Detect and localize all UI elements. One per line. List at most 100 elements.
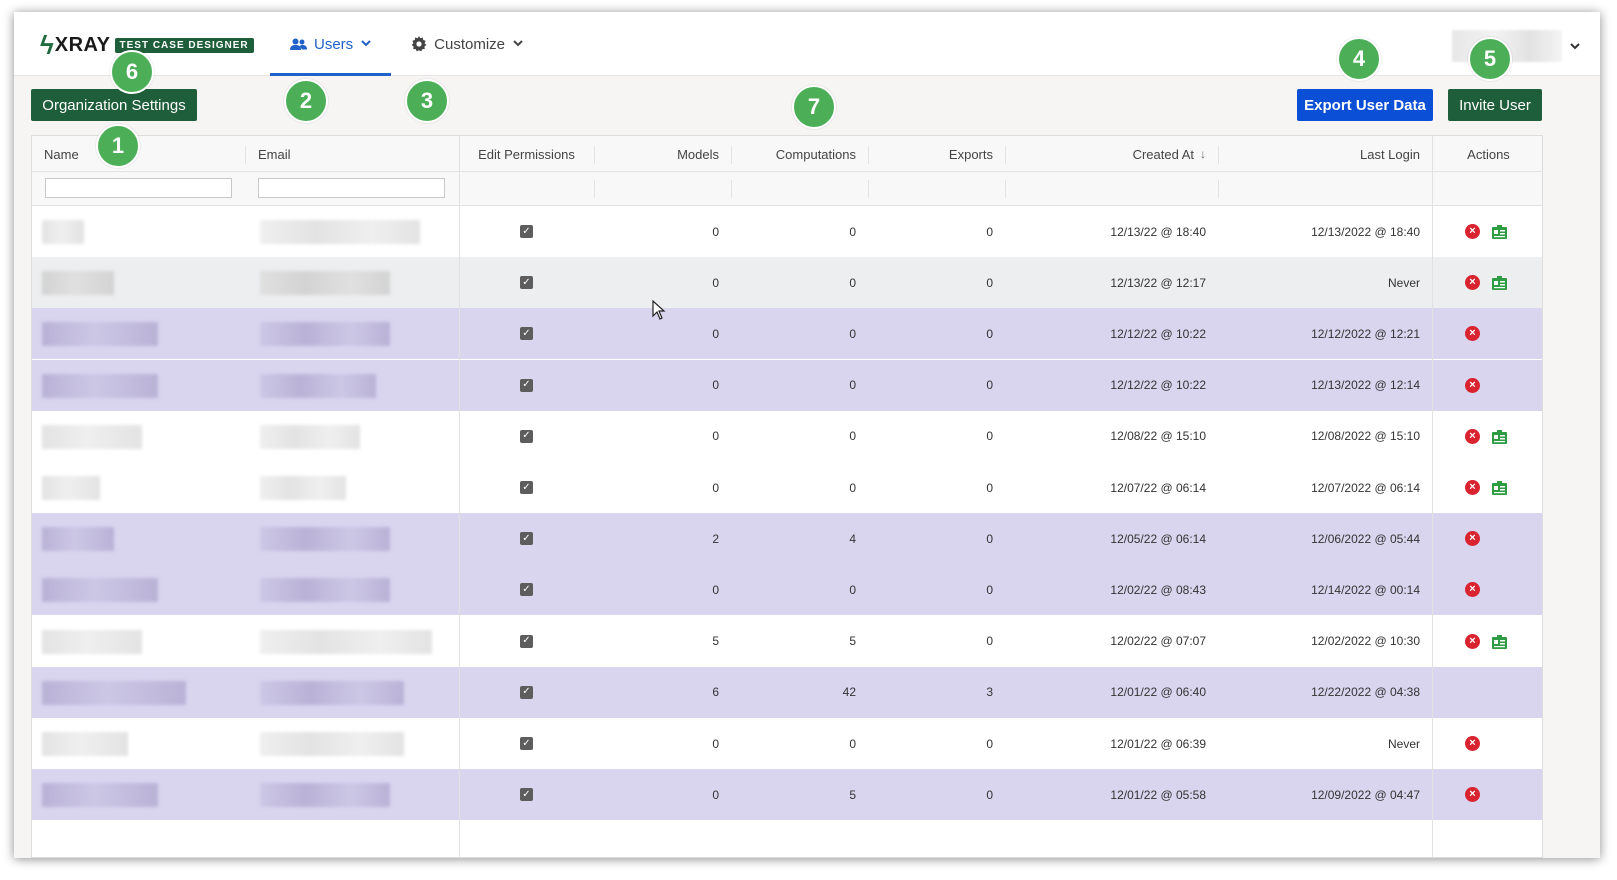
export-user-data-button[interactable]: Export User Data	[1297, 89, 1433, 121]
edit-permission-checkbox[interactable]: ✓	[520, 481, 533, 494]
table-row[interactable]: ✓ 0 0 0 12/02/22 @ 08:43 12/14/2022 @ 00:14 ×	[32, 564, 1542, 616]
edit-permission-checkbox[interactable]: ✓	[520, 788, 533, 802]
exports-cell: 0	[986, 787, 993, 802]
delete-user-icon[interactable]: ×	[1465, 275, 1480, 291]
user-email-redacted	[260, 424, 360, 449]
logo-text: XRAY	[54, 33, 111, 56]
table-row[interactable]: ✓ 0 0 0 12/13/22 @ 12:17 Never ×	[32, 257, 1542, 309]
col-header-email[interactable]: Email	[246, 136, 459, 172]
table-row[interactable]: ✓ 0 0 0 12/08/22 @ 15:10 12/08/2022 @ 15:10 ×	[32, 410, 1542, 462]
computations-cell: 0	[849, 480, 856, 495]
organization-settings-button[interactable]: Organization Settings	[31, 89, 197, 121]
user-name-redacted	[42, 680, 186, 705]
id-card-icon[interactable]	[1492, 225, 1507, 239]
edit-permission-checkbox[interactable]: ✓	[520, 429, 533, 443]
id-card-icon[interactable]	[1492, 276, 1507, 291]
edit-permission-checkbox[interactable]: ✓	[520, 225, 533, 238]
users-icon	[290, 38, 307, 51]
email-filter-input[interactable]	[258, 178, 445, 198]
delete-user-icon[interactable]: ×	[1465, 633, 1480, 649]
edit-permissions-cell: ✓	[459, 308, 594, 359]
computations-cell: 0	[849, 326, 856, 341]
id-card-icon[interactable]	[1492, 634, 1507, 649]
delete-user-icon[interactable]: ×	[1465, 787, 1480, 803]
user-email-redacted	[260, 220, 420, 244]
last-login-cell: 12/08/2022 @ 15:10	[1311, 429, 1420, 444]
user-name-redacted	[42, 527, 114, 552]
exports-cell: 0	[986, 582, 993, 597]
edit-permission-checkbox[interactable]: ✓	[520, 276, 533, 290]
id-card-icon[interactable]	[1492, 481, 1507, 495]
table-row[interactable]: ✓ 0 0 0 12/13/22 @ 18:40 12/13/2022 @ 18:40 ×	[32, 206, 1542, 257]
table-row[interactable]: ✓ 5 5 0 12/02/22 @ 07:07 12/02/2022 @ 10:30 ×	[32, 615, 1542, 667]
user-name-redacted	[42, 629, 142, 654]
filter-row	[32, 172, 1542, 206]
last-login-cell: 12/12/2022 @ 12:21	[1311, 326, 1420, 341]
delete-user-icon[interactable]: ×	[1465, 582, 1480, 598]
bolt-icon: ϟ	[40, 30, 54, 60]
callout-badge-2: 2	[284, 79, 328, 123]
delete-user-icon[interactable]: ×	[1465, 480, 1480, 495]
user-email-redacted	[260, 732, 404, 756]
row-actions: ×	[1465, 308, 1480, 359]
col-header-computations[interactable]: Computations	[731, 136, 868, 172]
delete-user-icon[interactable]: ×	[1465, 326, 1480, 342]
created-cell: 12/07/22 @ 06:14	[1110, 480, 1206, 495]
table-row[interactable]: ✓ 0 0 0 12/01/22 @ 06:39 Never ×	[32, 718, 1542, 769]
col-header-created-at[interactable]: Created At ↓	[1005, 136, 1218, 172]
table-row[interactable]: ✓ 0 5 0 12/01/22 @ 05:58 12/09/2022 @ 04:47 ×	[32, 769, 1542, 821]
nav-customize[interactable]: Customize	[391, 12, 543, 76]
computations-cell: 0	[849, 275, 856, 290]
edit-permissions-cell: ✓	[459, 718, 594, 769]
edit-permission-checkbox[interactable]: ✓	[520, 685, 533, 699]
edit-permissions-cell: ✓	[459, 667, 594, 718]
col-header-models[interactable]: Models	[594, 136, 731, 172]
users-table: Name Email Edit Permissions Models Compu…	[31, 135, 1543, 858]
last-login-cell: 12/14/2022 @ 00:14	[1311, 582, 1420, 597]
row-actions: ×	[1465, 769, 1480, 820]
created-cell: 12/01/22 @ 05:58	[1110, 787, 1206, 802]
user-email-redacted	[260, 680, 404, 705]
col-header-exports[interactable]: Exports	[868, 136, 1005, 172]
edit-permission-checkbox[interactable]: ✓	[520, 583, 533, 597]
delete-user-icon[interactable]: ×	[1465, 736, 1480, 751]
table-row[interactable]: ✓ 0 0 0 12/12/22 @ 10:22 12/12/2022 @ 12:21 ×	[32, 308, 1542, 360]
last-login-cell: 12/22/2022 @ 04:38	[1311, 685, 1420, 700]
table-row[interactable]: ✓ 0 0 0 12/07/22 @ 06:14 12/07/2022 @ 06:14 ×	[32, 462, 1542, 513]
delete-user-icon[interactable]: ×	[1465, 531, 1480, 547]
delete-user-icon[interactable]: ×	[1465, 428, 1480, 444]
table-row[interactable]: ✓ 0 0 0 12/12/22 @ 10:22 12/13/2022 @ 12:14 ×	[32, 359, 1542, 411]
edit-permission-checkbox[interactable]: ✓	[520, 737, 533, 750]
edit-permission-checkbox[interactable]: ✓	[520, 634, 533, 648]
nav-users[interactable]: Users	[270, 12, 392, 76]
edit-permissions-cell: ✓	[459, 411, 594, 462]
table-row[interactable]: ✓ 2 4 0 12/05/22 @ 06:14 12/06/2022 @ 05:44 ×	[32, 513, 1542, 565]
user-email-redacted	[260, 271, 390, 296]
name-filter-input[interactable]	[45, 178, 232, 198]
table-row[interactable]: ✓ 6 42 3 12/01/22 @ 06:40 12/22/2022 @ 04:38	[32, 666, 1542, 718]
user-name-redacted	[42, 783, 158, 808]
edit-permissions-cell: ✓	[459, 616, 594, 667]
chevron-down-icon	[513, 38, 523, 50]
invite-user-button[interactable]: Invite User	[1448, 89, 1542, 121]
user-name-redacted	[42, 220, 84, 244]
edit-permission-checkbox[interactable]: ✓	[520, 327, 533, 341]
user-email-redacted	[260, 783, 390, 808]
app-window: ϟ XRAY TEST CASE DESIGNER Users Customiz…	[14, 12, 1600, 858]
created-at-label: Created At	[1132, 146, 1194, 162]
edit-permission-checkbox[interactable]: ✓	[520, 378, 533, 392]
edit-permission-checkbox[interactable]: ✓	[520, 532, 533, 546]
edit-permissions-cell: ✓	[459, 462, 594, 513]
row-actions: ×	[1465, 718, 1480, 769]
pinned-right-divider	[1432, 136, 1433, 857]
id-card-icon[interactable]	[1492, 429, 1507, 444]
delete-user-icon[interactable]: ×	[1465, 377, 1480, 393]
row-actions: ×	[1465, 616, 1507, 667]
last-login-cell: 12/09/2022 @ 04:47	[1311, 787, 1420, 802]
exports-cell: 0	[986, 378, 993, 393]
col-header-last-login[interactable]: Last Login	[1218, 136, 1432, 172]
table-header: Name Email Edit Permissions Models Compu…	[32, 136, 1542, 172]
callout-badge-3: 3	[405, 79, 449, 123]
col-header-edit-permissions[interactable]: Edit Permissions	[459, 136, 594, 172]
delete-user-icon[interactable]: ×	[1465, 224, 1480, 239]
